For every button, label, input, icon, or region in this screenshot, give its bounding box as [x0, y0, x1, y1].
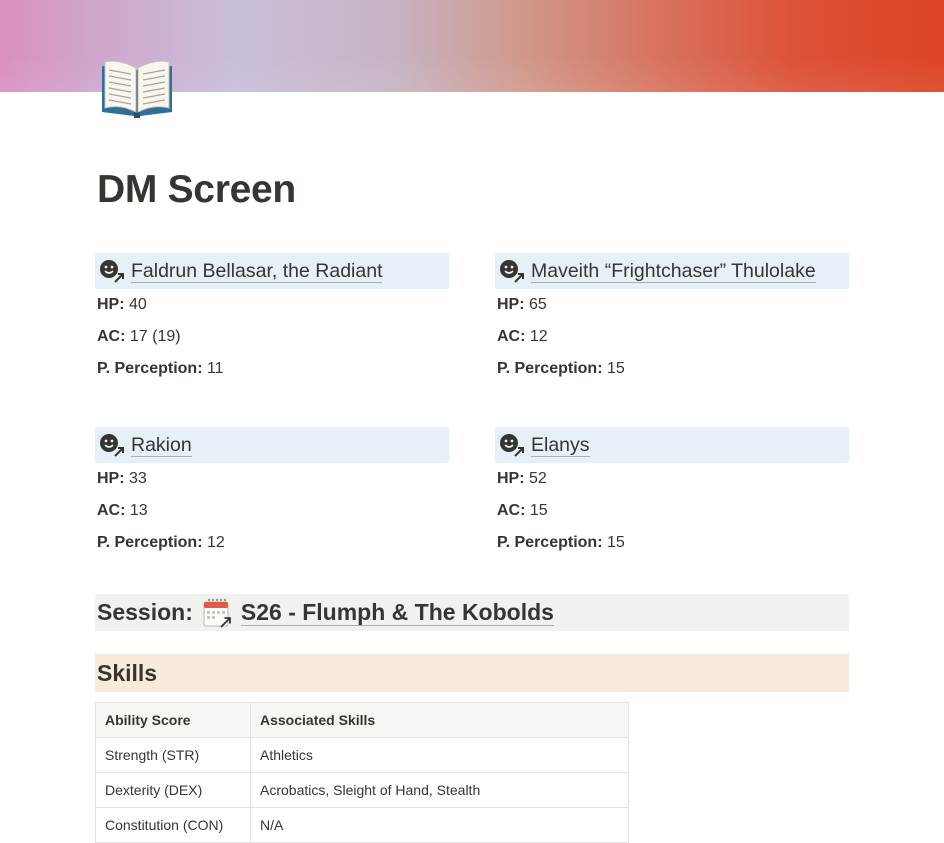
table-cell[interactable]: N/A: [250, 807, 629, 843]
column-header[interactable]: Associated Skills: [250, 702, 629, 738]
character-link[interactable]: Rakion: [131, 434, 192, 457]
perception-stat: P. Perception: 15: [497, 534, 625, 551]
ac-stat: AC: 15: [497, 502, 548, 519]
character-card: Elanys HP: 52 AC: 15 P. Perception: 15: [495, 427, 849, 559]
face-link-icon: [99, 432, 125, 458]
character-link[interactable]: Faldrun Bellasar, the Radiant: [131, 260, 383, 283]
character-header: Maveith “Frightchaser” Thulolake: [495, 253, 849, 289]
table-row: Constitution (CON) N/A: [95, 807, 629, 843]
face-link-icon: [99, 258, 125, 284]
column-header[interactable]: Ability Score: [95, 702, 251, 738]
page-title[interactable]: DM Screen: [97, 168, 296, 212]
character-header: Rakion: [95, 427, 449, 463]
perception-stat: P. Perception: 12: [97, 534, 225, 551]
skills-heading: Skills: [95, 654, 849, 692]
ac-stat: AC: 12: [497, 328, 548, 345]
table-row: Dexterity (DEX) Acrobatics, Sleight of H…: [95, 772, 629, 808]
hp-stat: HP: 33: [97, 470, 147, 487]
table-cell[interactable]: Strength (STR): [95, 737, 251, 773]
calendar-link-icon: [201, 597, 233, 629]
hp-stat: HP: 40: [97, 296, 147, 313]
session-label: Session:: [97, 599, 193, 625]
hp-stat: HP: 65: [497, 296, 547, 313]
skills-table: Ability Score Associated Skills Strength…: [95, 702, 629, 843]
character-card: Rakion HP: 33 AC: 13 P. Perception: 12: [95, 427, 449, 559]
character-card: Faldrun Bellasar, the Radiant HP: 40 AC:…: [95, 253, 449, 385]
session-heading: Session: S26 - Flumph & The Kobolds: [95, 594, 849, 631]
table-cell[interactable]: Athletics: [250, 737, 629, 773]
character-link[interactable]: Elanys: [531, 434, 590, 457]
table-cell[interactable]: Constitution (CON): [95, 807, 251, 843]
face-link-icon: [499, 432, 525, 458]
hp-stat: HP: 52: [497, 470, 547, 487]
perception-stat: P. Perception: 15: [497, 360, 625, 377]
table-cell[interactable]: Acrobatics, Sleight of Hand, Stealth: [250, 772, 629, 808]
character-header: Elanys: [495, 427, 849, 463]
face-link-icon: [499, 258, 525, 284]
table-header-row: Ability Score Associated Skills: [95, 702, 629, 738]
character-link[interactable]: Maveith “Frightchaser” Thulolake: [531, 260, 816, 283]
ac-stat: AC: 13: [97, 502, 148, 519]
character-card: Maveith “Frightchaser” Thulolake HP: 65 …: [495, 253, 849, 385]
table-row: Strength (STR) Athletics: [95, 737, 629, 773]
character-header: Faldrun Bellasar, the Radiant: [95, 253, 449, 289]
ac-stat: AC: 17 (19): [97, 328, 181, 345]
open-book-icon[interactable]: [98, 56, 176, 122]
session-link[interactable]: S26 - Flumph & The Kobolds: [240, 599, 554, 626]
table-cell[interactable]: Dexterity (DEX): [95, 772, 251, 808]
perception-stat: P. Perception: 11: [97, 360, 224, 377]
